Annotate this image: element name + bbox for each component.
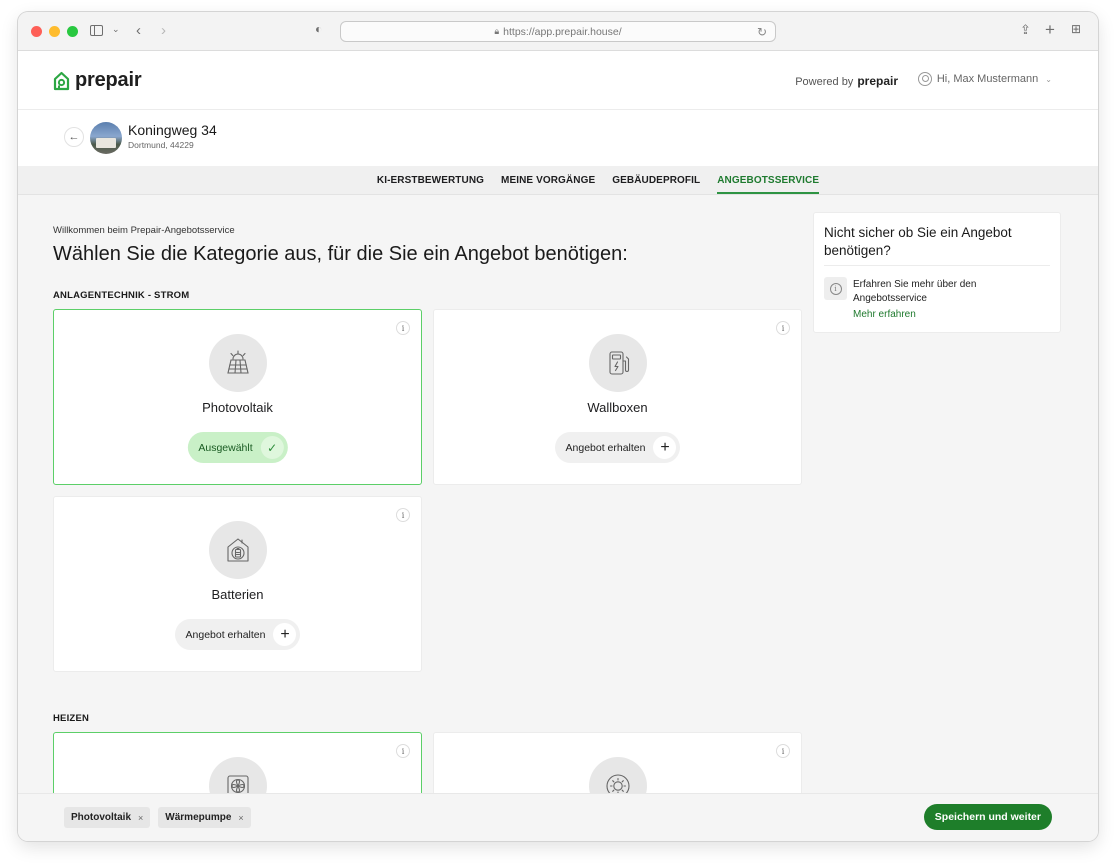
chip-waermepumpe: Wärmepumpe × xyxy=(158,807,251,828)
help-info-badge: i xyxy=(824,277,847,300)
zoom-window-button[interactable] xyxy=(67,26,78,37)
selected-chips: Photovoltaik × Wärmepumpe × xyxy=(64,807,251,828)
minimize-window-button[interactable] xyxy=(49,26,60,37)
tab-angebotsservice[interactable]: ANGEBOTSSERVICE xyxy=(717,166,819,194)
solar-panel-icon xyxy=(226,350,249,374)
info-icon[interactable]: i xyxy=(396,744,410,758)
property-title: Koningweg 34 xyxy=(128,122,217,138)
back-nav-icon[interactable]: ‹ xyxy=(136,23,141,38)
info-icon[interactable]: i xyxy=(396,508,410,522)
main-tabs: KI-ERSTBEWERTUNG MEINE VORGÄNGE GEBÄUDEP… xyxy=(18,166,1098,195)
category-icon-circle xyxy=(208,334,267,392)
browser-toolbar: ⌄ ‹ › ◐ 🔒︎ https://app.prepair.house/ ↻ … xyxy=(18,12,1098,51)
prepair-logo[interactable]: prepair xyxy=(53,69,142,92)
tab-ki-erstbewertung[interactable]: KI-ERSTBEWERTUNG xyxy=(377,166,484,194)
property-subtitle: Dortmund, 44229 xyxy=(128,140,194,150)
selection-footer: Photovoltaik × Wärmepumpe × Speichern un… xyxy=(18,793,1098,841)
user-menu[interactable]: Hi, Max Mustermann ⌄ xyxy=(917,72,1052,86)
help-panel: Nicht sicher ob Sie ein Angebot benötige… xyxy=(813,212,1061,333)
back-button[interactable]: ← xyxy=(64,127,84,147)
get-offer-button[interactable]: Angebot erhalten + xyxy=(554,432,681,463)
new-tab-icon[interactable]: + xyxy=(1045,21,1055,38)
chip-photovoltaik: Photovoltaik × xyxy=(64,807,151,828)
property-avatar xyxy=(90,122,122,154)
page-title: Wählen Sie die Kategorie aus, für die Si… xyxy=(53,243,628,265)
privacy-shield-icon[interactable]: ◐ xyxy=(315,23,322,35)
house-logo-icon xyxy=(53,71,70,90)
app-header: prepair Powered by prepair Hi, Max Muste… xyxy=(18,51,1098,110)
category-card-wallboxen[interactable]: i Wallboxen Angebot erhalten + xyxy=(433,309,802,485)
selected-button[interactable]: Ausgewählt ✓ xyxy=(187,432,288,463)
user-icon xyxy=(917,72,932,86)
info-icon: i xyxy=(829,282,842,295)
window-controls xyxy=(31,26,78,37)
main-content: Willkommen beim Prepair-Angebotsservice … xyxy=(18,195,1098,841)
get-offer-label: Angebot erhalten xyxy=(185,628,266,641)
powered-by-brand: prepair xyxy=(857,74,898,88)
chevron-down-icon[interactable]: ⌄ xyxy=(112,25,120,34)
logo-text: prepair xyxy=(75,69,142,91)
chip-label: Photovoltaik xyxy=(71,812,132,823)
property-header: ← Koningweg 34 Dortmund, 44229 xyxy=(18,110,1098,166)
share-icon[interactable]: ⇪ xyxy=(1020,23,1031,36)
remove-icon[interactable]: × xyxy=(138,813,143,823)
welcome-text: Willkommen beim Prepair-Angebotsservice xyxy=(53,225,235,236)
home-battery-icon xyxy=(226,538,249,562)
info-icon[interactable]: i xyxy=(776,744,790,758)
forward-nav-icon[interactable]: › xyxy=(161,23,166,38)
get-offer-button[interactable]: Angebot erhalten + xyxy=(174,619,301,650)
reload-icon[interactable]: ↻ xyxy=(757,25,767,39)
help-panel-title: Nicht sicher ob Sie ein Angebot benötige… xyxy=(824,225,1012,258)
category-name: Batterien xyxy=(211,587,264,602)
address-bar[interactable]: 🔒︎ https://app.prepair.house/ ↻ xyxy=(340,21,776,42)
user-greeting: Hi, Max Mustermann xyxy=(936,73,1039,85)
remove-icon[interactable]: × xyxy=(238,813,243,823)
tab-meine-vorgaenge[interactable]: MEINE VORGÄNGE xyxy=(501,166,595,194)
get-offer-label: Angebot erhalten xyxy=(565,441,646,454)
help-panel-text: Erfahren Sie mehr über den Angebotsservi… xyxy=(853,279,977,304)
arrow-left-icon: ← xyxy=(68,131,80,143)
section-label-strom: ANLAGENTECHNIK - STROM xyxy=(53,290,190,301)
divider xyxy=(824,265,1050,266)
browser-window: ⌄ ‹ › ◐ 🔒︎ https://app.prepair.house/ ↻ … xyxy=(18,12,1098,841)
plus-icon: + xyxy=(273,623,297,646)
category-name: Photovoltaik xyxy=(202,400,273,415)
learn-more-link[interactable]: Mehr erfahren xyxy=(853,309,916,320)
ev-charger-icon xyxy=(608,351,629,375)
category-icon-circle xyxy=(588,334,647,392)
category-card-photovoltaik[interactable]: i Photovoltaik Ausgewählt ✓ xyxy=(53,309,422,485)
category-icon-circle xyxy=(208,521,267,579)
sidebar-toggle-icon[interactable] xyxy=(90,25,103,36)
selected-label: Ausgewählt xyxy=(198,441,253,454)
tab-gebaeudeprofil[interactable]: GEBÄUDEPROFIL xyxy=(612,166,700,194)
info-icon[interactable]: i xyxy=(396,321,410,335)
url-text: https://app.prepair.house/ xyxy=(503,25,622,38)
powered-by-label: Powered by xyxy=(795,76,854,88)
plus-icon: + xyxy=(653,436,677,459)
powered-by: Powered by prepair xyxy=(795,74,898,88)
chip-label: Wärmepumpe xyxy=(165,812,232,823)
category-name: Wallboxen xyxy=(587,400,648,415)
category-card-batterien[interactable]: i Batterien Angebot erhalten + xyxy=(53,496,422,672)
section-label-heizen: HEIZEN xyxy=(53,713,90,724)
info-icon[interactable]: i xyxy=(776,321,790,335)
save-and-continue-button[interactable]: Speichern und weiter xyxy=(923,804,1052,830)
close-window-button[interactable] xyxy=(31,26,42,37)
checkmark-icon: ✓ xyxy=(260,436,284,459)
lock-icon: 🔒︎ xyxy=(494,26,500,36)
tab-overview-icon[interactable]: ⊞ xyxy=(1071,23,1081,35)
chevron-down-icon: ⌄ xyxy=(1045,74,1052,84)
